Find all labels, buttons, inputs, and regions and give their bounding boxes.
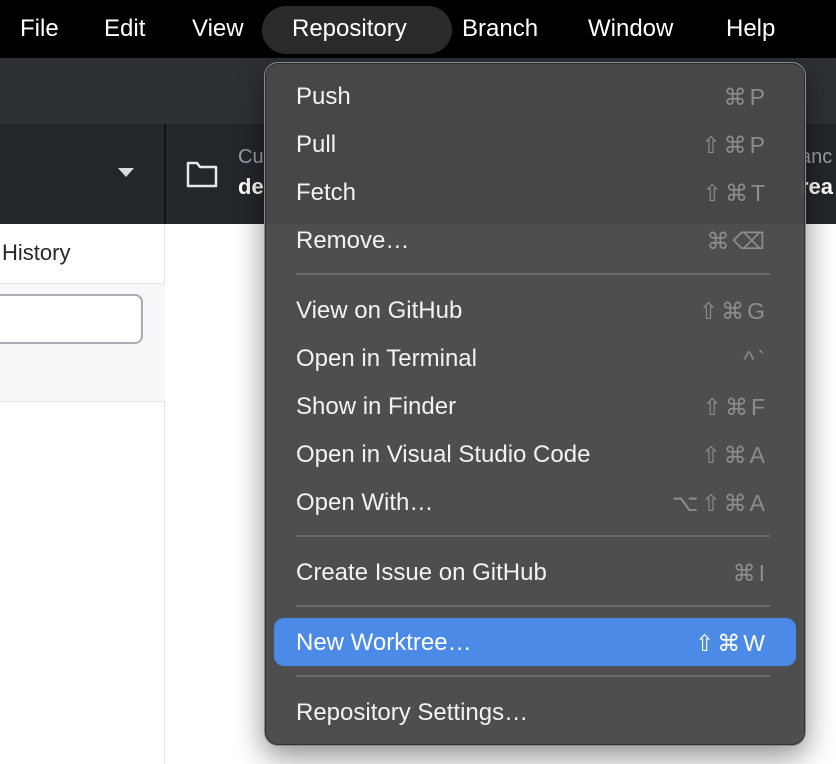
current-repository-label[interactable]: Cu: [238, 146, 264, 169]
menu-item-label: New Worktree…: [296, 629, 472, 656]
menu-item-label: Open in Terminal: [296, 345, 477, 372]
folder-icon: [186, 161, 218, 188]
menu-item-shortcut: ⌘⌫: [706, 228, 768, 254]
menu-view[interactable]: View: [192, 0, 244, 58]
menu-item-shortcut: ⌘I: [732, 560, 768, 586]
menu-item-show-in-finder[interactable]: Show in Finder ⇧⌘F: [264, 383, 806, 431]
menu-item-pull[interactable]: Pull ⇧⌘P: [264, 121, 806, 169]
menu-item-new-worktree[interactable]: New Worktree… ⇧⌘W: [264, 619, 806, 667]
menu-item-label: Repository Settings…: [296, 699, 529, 726]
menu-branch[interactable]: Branch: [462, 0, 538, 58]
menu-item-label: Push: [296, 83, 351, 110]
menu-item-remove[interactable]: Remove… ⌘⌫: [264, 217, 806, 265]
menu-item-shortcut: ⌘P: [723, 84, 768, 110]
menu-item-shortcut: ⇧⌘P: [701, 132, 768, 158]
menu-item-label: Create Issue on GitHub: [296, 559, 547, 586]
menu-item-repository-settings[interactable]: Repository Settings…: [264, 689, 806, 737]
menu-item-shortcut: ⌥⇧⌘A: [671, 490, 768, 516]
menu-separator: [296, 675, 770, 677]
menu-item-label: Pull: [296, 131, 337, 158]
menu-item-shortcut: ⇧⌘F: [702, 394, 768, 420]
menu-file[interactable]: File: [20, 0, 59, 58]
menu-item-view-on-github[interactable]: View on GitHub ⇧⌘G: [264, 287, 806, 335]
menu-window[interactable]: Window: [588, 0, 673, 58]
menu-repository[interactable]: Repository: [292, 0, 407, 58]
tab-history-label: History: [2, 240, 71, 265]
menu-item-shortcut: ^`: [743, 346, 768, 372]
menu-item-push[interactable]: Push ⌘P: [264, 73, 806, 121]
menu-item-open-with[interactable]: Open With… ⌥⇧⌘A: [264, 479, 806, 527]
menu-item-shortcut: ⇧⌘G: [698, 298, 768, 324]
menu-item-fetch[interactable]: Fetch ⇧⌘T: [264, 169, 806, 217]
menu-item-open-in-terminal[interactable]: Open in Terminal ^`: [264, 335, 806, 383]
menu-separator: [296, 605, 770, 607]
menu-item-shortcut: ⇧⌘A: [701, 442, 768, 468]
menu-item-shortcut: ⇧⌘W: [695, 630, 768, 656]
menu-separator: [296, 273, 770, 275]
menu-item-label: Remove…: [296, 227, 410, 254]
menu-item-shortcut: ⇧⌘T: [702, 180, 768, 206]
menu-item-label: Fetch: [296, 179, 357, 206]
menu-help[interactable]: Help: [726, 0, 775, 58]
menu-item-create-issue[interactable]: Create Issue on GitHub ⌘I: [264, 549, 806, 597]
menu-item-label: Open With…: [296, 489, 434, 516]
menu-item-label: View on GitHub: [296, 297, 463, 324]
menu-item-label: Open in Visual Studio Code: [296, 441, 591, 468]
toolbar-divider: [164, 124, 166, 224]
menu-edit[interactable]: Edit: [104, 0, 145, 58]
chevron-down-icon[interactable]: [118, 168, 134, 177]
menu-item-label: Show in Finder: [296, 393, 457, 420]
current-repository-value[interactable]: de: [238, 174, 264, 200]
menu-separator: [296, 535, 770, 537]
filter-input[interactable]: [0, 294, 143, 344]
menu-item-open-in-vscode[interactable]: Open in Visual Studio Code ⇧⌘A: [264, 431, 806, 479]
